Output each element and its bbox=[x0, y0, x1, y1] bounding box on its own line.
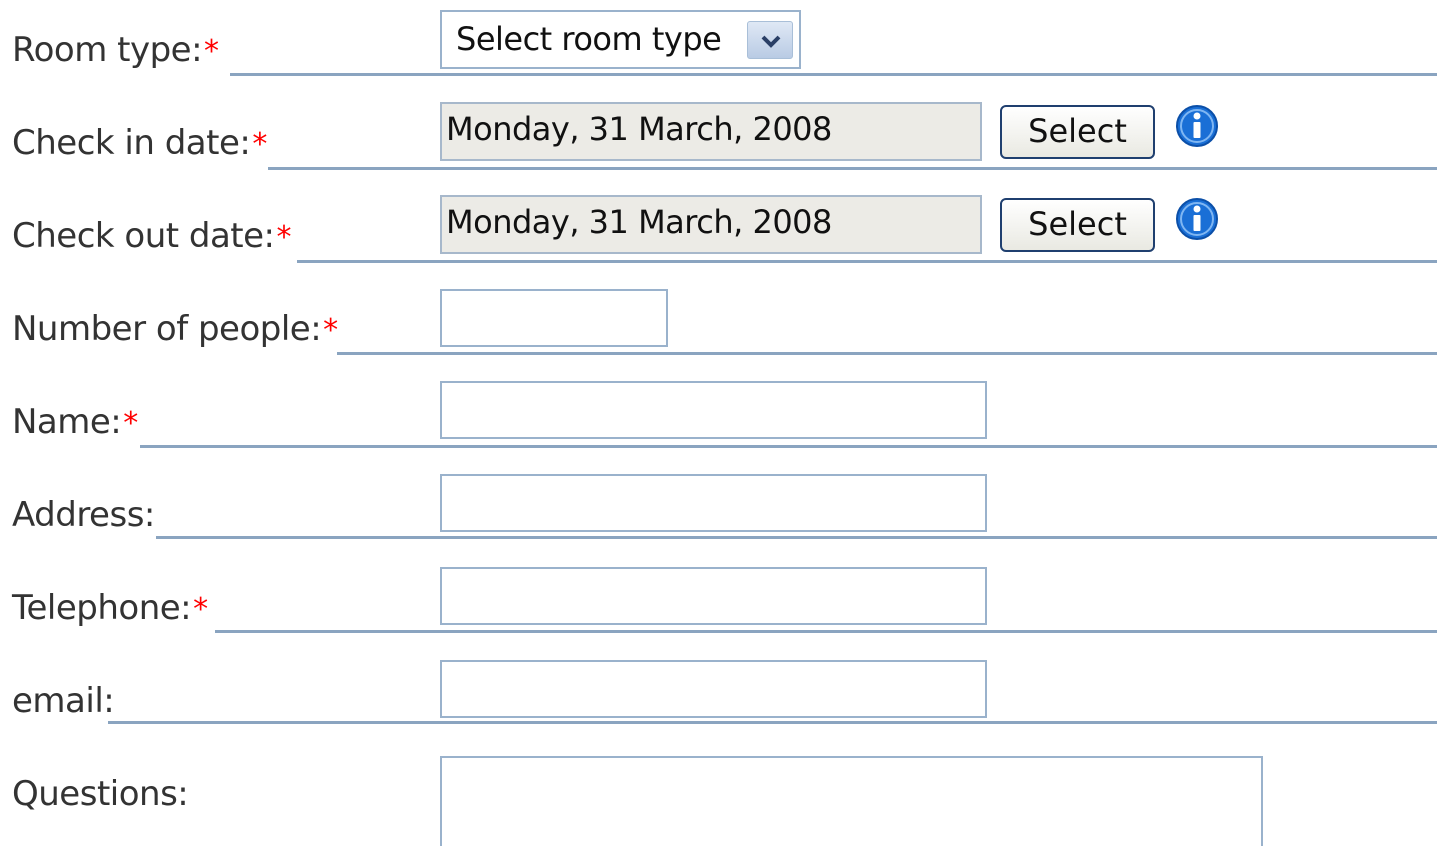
people-input[interactable] bbox=[440, 289, 668, 347]
row-divider bbox=[268, 167, 1437, 170]
telephone-input[interactable] bbox=[440, 567, 987, 625]
name-input[interactable] bbox=[440, 381, 987, 439]
required-marker: * bbox=[276, 220, 292, 255]
questions-textarea[interactable] bbox=[440, 756, 1263, 846]
required-marker: * bbox=[123, 406, 138, 441]
room-type-selected-value: Select room type bbox=[456, 20, 722, 58]
address-input[interactable] bbox=[440, 474, 987, 532]
room-type-select[interactable]: Select room type bbox=[440, 10, 801, 69]
questions-label: Questions: bbox=[12, 774, 189, 814]
row-divider bbox=[215, 630, 1437, 633]
people-label: Number of people:* bbox=[12, 309, 338, 349]
check-in-label: Check in date:* bbox=[12, 123, 267, 163]
check-in-date-field[interactable]: Monday, 31 March, 2008 bbox=[440, 102, 982, 161]
required-marker: * bbox=[323, 313, 338, 348]
email-input[interactable] bbox=[440, 660, 987, 718]
required-marker: * bbox=[204, 34, 219, 69]
info-icon[interactable] bbox=[1175, 104, 1219, 148]
chevron-down-icon[interactable] bbox=[747, 21, 793, 59]
telephone-label: Telephone:* bbox=[12, 588, 208, 628]
check-out-date-field[interactable]: Monday, 31 March, 2008 bbox=[440, 195, 982, 254]
row-divider bbox=[156, 536, 1437, 539]
room-type-label: Room type:* bbox=[12, 30, 219, 70]
address-label: Address: bbox=[12, 495, 155, 535]
required-marker: * bbox=[252, 127, 267, 162]
booking-form: Room type:* Select room type Check in da… bbox=[0, 0, 1437, 846]
row-divider bbox=[337, 352, 1437, 355]
email-label: email: bbox=[12, 681, 115, 721]
check-out-select-button[interactable]: Select bbox=[1000, 198, 1155, 252]
check-out-label: Check out date:* bbox=[12, 216, 292, 256]
row-divider bbox=[297, 260, 1437, 263]
row-divider bbox=[230, 73, 1437, 76]
required-marker: * bbox=[193, 592, 208, 627]
name-label: Name:* bbox=[12, 402, 138, 442]
row-divider bbox=[140, 445, 1437, 448]
check-in-select-button[interactable]: Select bbox=[1000, 105, 1155, 159]
info-icon[interactable] bbox=[1175, 197, 1219, 241]
row-divider bbox=[108, 721, 1437, 724]
